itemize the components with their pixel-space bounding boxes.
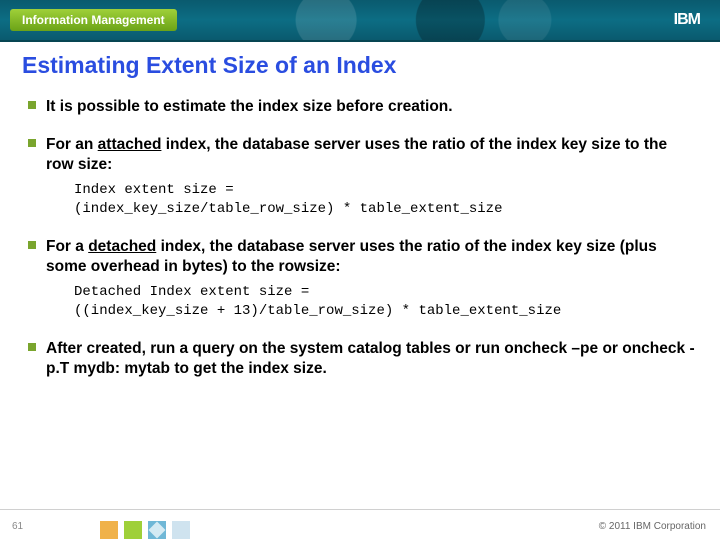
square-icon xyxy=(172,521,190,539)
slide-title: Estimating Extent Size of an Index xyxy=(22,52,698,79)
formula-detached: Detached Index extent size = ((index_key… xyxy=(74,283,698,321)
header-decoration xyxy=(177,0,674,40)
bullet-3-underline: detached xyxy=(88,238,156,255)
copyright-text: © 2011 IBM Corporation xyxy=(599,521,706,532)
footer-squares xyxy=(100,521,190,539)
ibm-logo-text: IBM xyxy=(674,11,700,28)
square-icon xyxy=(100,521,118,539)
bullet-2: For an attached index, the database serv… xyxy=(28,135,698,219)
ibm-logo: IBM xyxy=(674,11,700,29)
bullet-3-pre: For a xyxy=(46,238,88,255)
header-bar: Information Management IBM xyxy=(0,0,720,42)
bullet-2-underline: attached xyxy=(98,136,162,153)
square-icon xyxy=(148,521,166,539)
bullet-1: It is possible to estimate the index siz… xyxy=(28,97,698,117)
slide-body: Estimating Extent Size of an Index It is… xyxy=(0,42,720,380)
bullet-list: It is possible to estimate the index siz… xyxy=(22,97,698,380)
footer: 61 © 2011 IBM Corporation xyxy=(0,509,720,540)
square-icon xyxy=(124,521,142,539)
bullet-4: After created, run a query on the system… xyxy=(28,339,698,379)
page-number: 61 xyxy=(12,521,23,532)
bullet-3: For a detached index, the database serve… xyxy=(28,237,698,321)
formula-attached: Index extent size = (index_key_size/tabl… xyxy=(74,181,698,219)
bullet-2-pre: For an xyxy=(46,136,98,153)
brand-pill: Information Management xyxy=(10,9,177,31)
